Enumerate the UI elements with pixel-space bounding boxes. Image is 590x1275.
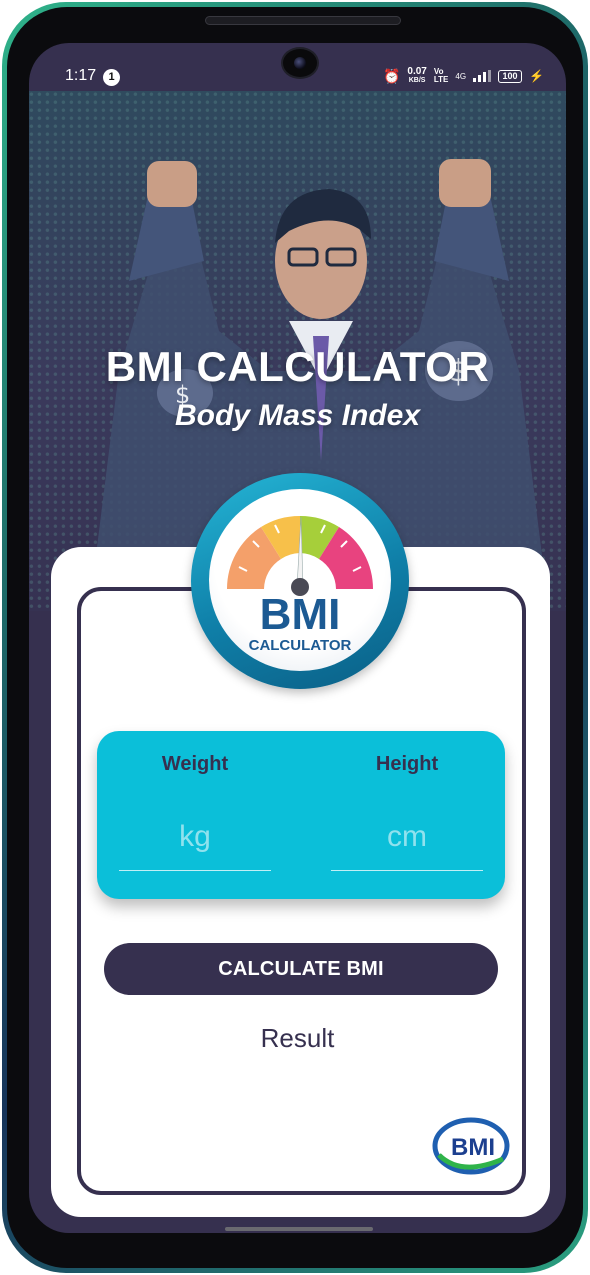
gauge-face: BMI CALCULATOR (209, 489, 391, 671)
measurement-panel: Weight Height (97, 731, 505, 899)
status-bar: 1:17 1 ⏰ 0.07 KB/S Vo LTE 4G 100 ⚡ (29, 43, 566, 91)
weight-label: Weight (161, 753, 229, 775)
network-type: 4G (455, 71, 467, 81)
speaker-grille (205, 16, 401, 25)
battery-icon: 100 (498, 69, 523, 83)
network-speed: 0.07 KB/S (407, 67, 426, 85)
gauge-dial-icon (226, 515, 374, 596)
notification-badge: 1 (103, 69, 120, 86)
app-subtitle: Body Mass Index (174, 399, 421, 432)
height-field-group: Height (331, 731, 483, 899)
bmi-footer-logo-icon: BMI (432, 1117, 510, 1175)
front-camera (281, 47, 319, 79)
phone-body: $ $ BMI CALCULATOR Body Mass Index 1:17 … (7, 7, 583, 1268)
calculate-bmi-button[interactable]: CALCULATE BMI (104, 943, 498, 995)
home-indicator (225, 1227, 373, 1231)
logo-word: BMI (259, 590, 341, 639)
volte-icon: Vo LTE (433, 67, 449, 84)
network-speed-value: 0.07 (407, 66, 427, 77)
logo-subtext: CALCULATOR (248, 637, 352, 654)
status-time: 1:17 (65, 67, 97, 84)
footer-logo-word: BMI (451, 1134, 495, 1161)
weight-field-group: Weight (119, 731, 271, 899)
bmi-gauge-logo: BMI CALCULATOR (191, 473, 409, 689)
alarm-icon: ⏰ (382, 67, 401, 84)
app-title: BMI CALCULATOR (105, 343, 490, 390)
phone-frame: $ $ BMI CALCULATOR Body Mass Index 1:17 … (2, 2, 588, 1273)
signal-icon (473, 70, 492, 82)
height-input[interactable] (331, 803, 483, 871)
charging-icon: ⚡ (529, 69, 544, 83)
height-label: Height (375, 753, 439, 775)
network-speed-unit: KB/S (408, 77, 426, 84)
weight-input[interactable] (119, 803, 271, 871)
result-text: Result (260, 1023, 335, 1053)
app-screen: $ $ BMI CALCULATOR Body Mass Index 1:17 … (29, 43, 566, 1233)
status-icons: ⏰ 0.07 KB/S Vo LTE 4G 100 ⚡ (383, 67, 544, 85)
